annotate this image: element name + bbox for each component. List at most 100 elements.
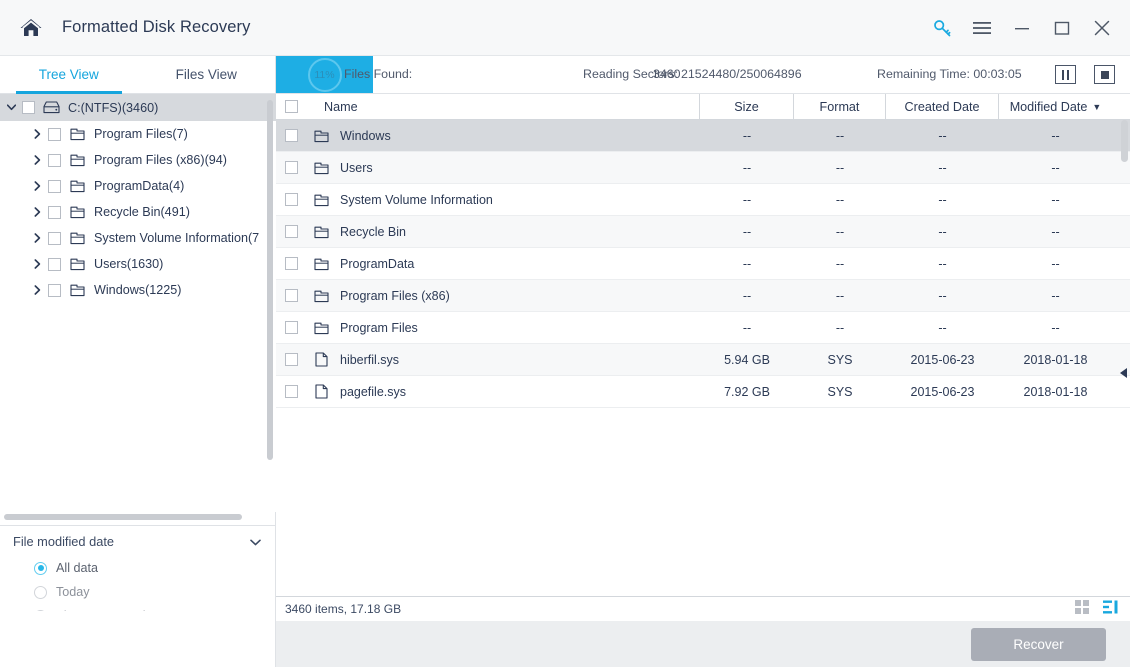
home-icon[interactable]	[16, 15, 46, 41]
row-modified-date: --	[1051, 160, 1060, 175]
remaining-time-label: Remaining Time: 00:03:05	[877, 67, 1022, 81]
tree-checkbox[interactable]	[48, 205, 61, 219]
row-name-label: ProgramData	[340, 256, 415, 271]
tree-item-label: System Volume Information(7	[94, 231, 260, 245]
recover-button[interactable]: Recover	[971, 627, 1106, 661]
radio-today[interactable]: Today	[0, 580, 275, 604]
row-checkbox[interactable]	[276, 225, 306, 238]
checkbox-box	[284, 353, 298, 366]
tree-item-program-files-x86[interactable]: Program Files (x86)(94)	[0, 147, 276, 173]
key-icon[interactable]	[922, 0, 962, 56]
list-view-icon[interactable]	[1103, 600, 1118, 619]
row-name-cell: Program Files (x86)	[306, 287, 700, 305]
grid-view-icon[interactable]	[1075, 599, 1089, 619]
row-size: --	[742, 224, 752, 239]
chevron-right-icon[interactable]	[26, 277, 48, 303]
row-modified-date: --	[1051, 224, 1060, 239]
row-checkbox[interactable]	[276, 289, 306, 302]
hamburger-menu-icon[interactable]	[962, 0, 1002, 56]
checkbox-box	[284, 100, 298, 113]
tree-item-system-volume-information[interactable]: System Volume Information(7	[0, 225, 276, 251]
chevron-down-icon[interactable]	[0, 95, 22, 121]
scroll-position-marker-icon	[1120, 368, 1127, 378]
row-name-label: Program Files (x86)	[340, 288, 450, 303]
tree-checkbox[interactable]	[48, 127, 61, 141]
tree-checkbox[interactable]	[48, 257, 61, 271]
disk-icon	[42, 99, 60, 117]
select-all-checkbox[interactable]	[276, 94, 306, 120]
chevron-right-icon[interactable]	[26, 121, 48, 147]
bottom-action-bar: Recover	[276, 621, 1130, 667]
row-size: --	[742, 320, 752, 335]
row-checkbox[interactable]	[276, 353, 306, 366]
table-vertical-scrollbar[interactable]	[1121, 120, 1128, 162]
tree-checkbox[interactable]	[48, 179, 61, 193]
stop-icon[interactable]	[1094, 65, 1115, 84]
row-modified-date: --	[1051, 320, 1060, 335]
chevron-right-icon[interactable]	[26, 251, 48, 277]
app-window: Formatted Disk Recovery Tree View Files …	[0, 0, 1130, 667]
tree-item-programdata[interactable]: ProgramData(4)	[0, 173, 276, 199]
tree-item-label: Program Files(7)	[94, 127, 188, 141]
column-header-size[interactable]: Size	[700, 93, 794, 120]
row-format: --	[835, 320, 845, 335]
tree-item-recycle-bin[interactable]: Recycle Bin(491)	[0, 199, 276, 225]
row-created-date: --	[938, 192, 947, 207]
tree-checkbox[interactable]	[48, 283, 61, 297]
table-row[interactable]: ProgramData -- -- -- --	[276, 248, 1130, 280]
row-name-label: Recycle Bin	[340, 224, 406, 239]
item-count-status: 3460 items, 17.18 GB	[285, 602, 402, 616]
chevron-right-icon[interactable]	[26, 225, 48, 251]
row-checkbox[interactable]	[276, 129, 306, 142]
chevron-down-icon[interactable]	[250, 534, 261, 549]
chevron-right-icon[interactable]	[26, 147, 48, 173]
tab-files-view[interactable]: Files View	[138, 56, 276, 93]
pause-icon[interactable]	[1055, 65, 1076, 84]
table-row[interactable]: Windows -- -- -- --	[276, 120, 1130, 152]
tree-checkbox[interactable]	[22, 101, 35, 114]
column-header-name[interactable]: Name	[306, 93, 700, 120]
row-name-cell: Users	[306, 159, 700, 177]
row-created-date: --	[938, 256, 947, 271]
tab-tree-view[interactable]: Tree View	[0, 56, 138, 94]
table-row[interactable]: Recycle Bin -- -- -- --	[276, 216, 1130, 248]
row-checkbox[interactable]	[276, 321, 306, 334]
table-row[interactable]: pagefile.sys 7.92 GB SYS 2015-06-23 2018…	[276, 376, 1130, 408]
row-checkbox[interactable]	[276, 161, 306, 174]
row-checkbox[interactable]	[276, 193, 306, 206]
row-name-label: Users	[340, 160, 373, 175]
checkbox-box	[284, 193, 298, 206]
column-header-modified-date[interactable]: Modified Date ▼	[999, 94, 1112, 120]
column-header-format[interactable]: Format	[794, 93, 886, 120]
tree-item-windows[interactable]: Windows(1225)	[0, 277, 276, 303]
tree-horizontal-scrollbar[interactable]	[4, 514, 242, 520]
tree-item-program-files[interactable]: Program Files(7)	[0, 121, 276, 147]
row-format: --	[835, 128, 845, 143]
checkbox-box	[284, 129, 298, 142]
row-modified-date: --	[1051, 288, 1060, 303]
radio-all-data[interactable]: All data	[0, 556, 275, 580]
row-checkbox[interactable]	[276, 257, 306, 270]
row-checkbox[interactable]	[276, 385, 306, 398]
filter-header[interactable]: File modified date	[0, 526, 275, 556]
table-row[interactable]: Users -- -- -- --	[276, 152, 1130, 184]
row-name-label: pagefile.sys	[340, 384, 407, 399]
minimize-icon[interactable]	[1002, 0, 1042, 56]
table-row[interactable]: hiberfil.sys 5.94 GB SYS 2015-06-23 2018…	[276, 344, 1130, 376]
column-label: Name	[324, 99, 358, 114]
row-created-date: --	[938, 160, 947, 175]
maximize-icon[interactable]	[1042, 0, 1082, 56]
column-header-created-date[interactable]: Created Date	[886, 93, 999, 120]
column-label: Format	[819, 99, 860, 114]
tree-item-root-drive[interactable]: C:(NTFS)(3460)	[0, 94, 276, 121]
tree-vertical-scrollbar[interactable]	[267, 100, 273, 460]
table-row[interactable]: Program Files -- -- -- --	[276, 312, 1130, 344]
table-row[interactable]: System Volume Information -- -- -- --	[276, 184, 1130, 216]
chevron-right-icon[interactable]	[26, 199, 48, 225]
close-icon[interactable]	[1082, 0, 1122, 56]
tree-checkbox[interactable]	[48, 231, 61, 245]
chevron-right-icon[interactable]	[26, 173, 48, 199]
table-row[interactable]: Program Files (x86) -- -- -- --	[276, 280, 1130, 312]
tree-checkbox[interactable]	[48, 153, 61, 167]
tree-item-users[interactable]: Users(1630)	[0, 251, 276, 277]
